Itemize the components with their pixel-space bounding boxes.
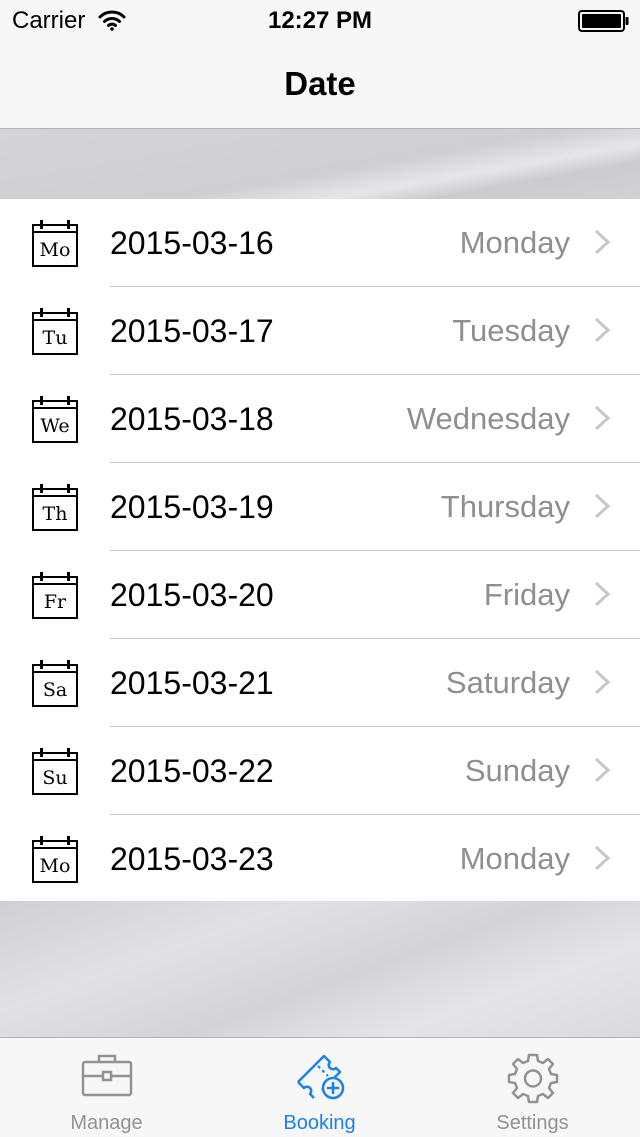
chevron-right-icon bbox=[594, 493, 610, 519]
weekday-label: Wednesday bbox=[406, 401, 570, 436]
weekday-label: Saturday bbox=[445, 665, 570, 700]
date-label: 2015-03-21 bbox=[110, 665, 274, 701]
date-row[interactable]: Tu 2015-03-17 Tuesday bbox=[0, 287, 640, 375]
tab-manage[interactable]: Manage bbox=[0, 1038, 213, 1137]
date-label: 2015-03-16 bbox=[110, 225, 274, 261]
date-label: 2015-03-23 bbox=[110, 841, 274, 877]
weekday-label: Monday bbox=[459, 225, 570, 260]
date-row[interactable]: Mo 2015-03-16 Monday bbox=[0, 199, 640, 287]
header-background bbox=[0, 129, 640, 199]
date-row[interactable]: Mo 2015-03-23 Monday bbox=[0, 815, 640, 903]
chevron-right-icon bbox=[594, 581, 610, 607]
status-time: 12:27 PM bbox=[267, 7, 373, 34]
weekday-label: Friday bbox=[483, 577, 570, 612]
chevron-right-icon bbox=[594, 405, 610, 431]
date-label: 2015-03-17 bbox=[110, 313, 274, 349]
date-row[interactable]: We 2015-03-18 Wednesday bbox=[0, 375, 640, 463]
calendar-day-abbr: Tu bbox=[43, 327, 68, 349]
date-row[interactable]: Th 2015-03-19 Thursday bbox=[0, 463, 640, 551]
calendar-icon: Mo bbox=[32, 836, 78, 883]
footer-background bbox=[0, 901, 640, 1037]
calendar-icon: Tu bbox=[32, 308, 78, 355]
tab-label: Booking bbox=[283, 1112, 356, 1134]
date-row[interactable]: Fr 2015-03-20 Friday bbox=[0, 551, 640, 639]
calendar-icon: Su bbox=[32, 748, 78, 795]
chevron-right-icon bbox=[594, 669, 610, 695]
calendar-day-abbr: Fr bbox=[44, 591, 67, 613]
briefcase-icon bbox=[81, 1054, 132, 1097]
tab-label: Settings bbox=[496, 1112, 569, 1134]
page-title: Date bbox=[284, 65, 356, 102]
weekday-label: Monday bbox=[459, 841, 570, 876]
calendar-day-abbr: Su bbox=[42, 767, 67, 789]
chevron-right-icon bbox=[594, 757, 610, 783]
calendar-icon: Fr bbox=[32, 572, 78, 619]
calendar-icon: Th bbox=[32, 484, 78, 531]
calendar-day-abbr: We bbox=[40, 415, 69, 437]
chevron-right-icon bbox=[594, 317, 610, 343]
tab-booking[interactable]: Booking bbox=[213, 1038, 426, 1137]
calendar-day-abbr: Sa bbox=[43, 679, 67, 701]
date-label: 2015-03-20 bbox=[110, 577, 274, 613]
calendar-icon: Sa bbox=[32, 660, 78, 707]
weekday-label: Thursday bbox=[440, 489, 570, 524]
tab-label: Manage bbox=[70, 1112, 143, 1134]
chevron-right-icon bbox=[594, 229, 610, 255]
status-bar: Carrier 12:27 PM bbox=[0, 0, 640, 40]
date-label: 2015-03-22 bbox=[110, 753, 274, 789]
calendar-icon: Mo bbox=[32, 220, 78, 267]
date-label: 2015-03-18 bbox=[110, 401, 274, 437]
date-row[interactable]: Su 2015-03-22 Sunday bbox=[0, 727, 640, 815]
calendar-day-abbr: Mo bbox=[40, 855, 71, 877]
tab-settings[interactable]: Settings bbox=[426, 1038, 639, 1137]
ticket-add-icon bbox=[296, 1054, 344, 1100]
gear-icon bbox=[507, 1053, 558, 1104]
navigation-bar: Carrier 12:27 PM Date bbox=[0, 0, 640, 129]
calendar-day-abbr: Th bbox=[43, 503, 68, 525]
calendar-icon: We bbox=[32, 396, 78, 443]
weekday-label: Sunday bbox=[464, 753, 570, 788]
date-row[interactable]: Sa 2015-03-21 Saturday bbox=[0, 639, 640, 727]
chevron-right-icon bbox=[594, 845, 610, 871]
date-list: Mo 2015-03-16 Monday Tu 2015-03-17 Tuesd… bbox=[0, 199, 640, 901]
calendar-day-abbr: Mo bbox=[40, 239, 71, 261]
date-label: 2015-03-19 bbox=[110, 489, 274, 525]
battery-icon bbox=[578, 10, 629, 32]
tab-bar: Manage Booking Settings bbox=[0, 1037, 640, 1137]
weekday-label: Tuesday bbox=[452, 313, 570, 348]
